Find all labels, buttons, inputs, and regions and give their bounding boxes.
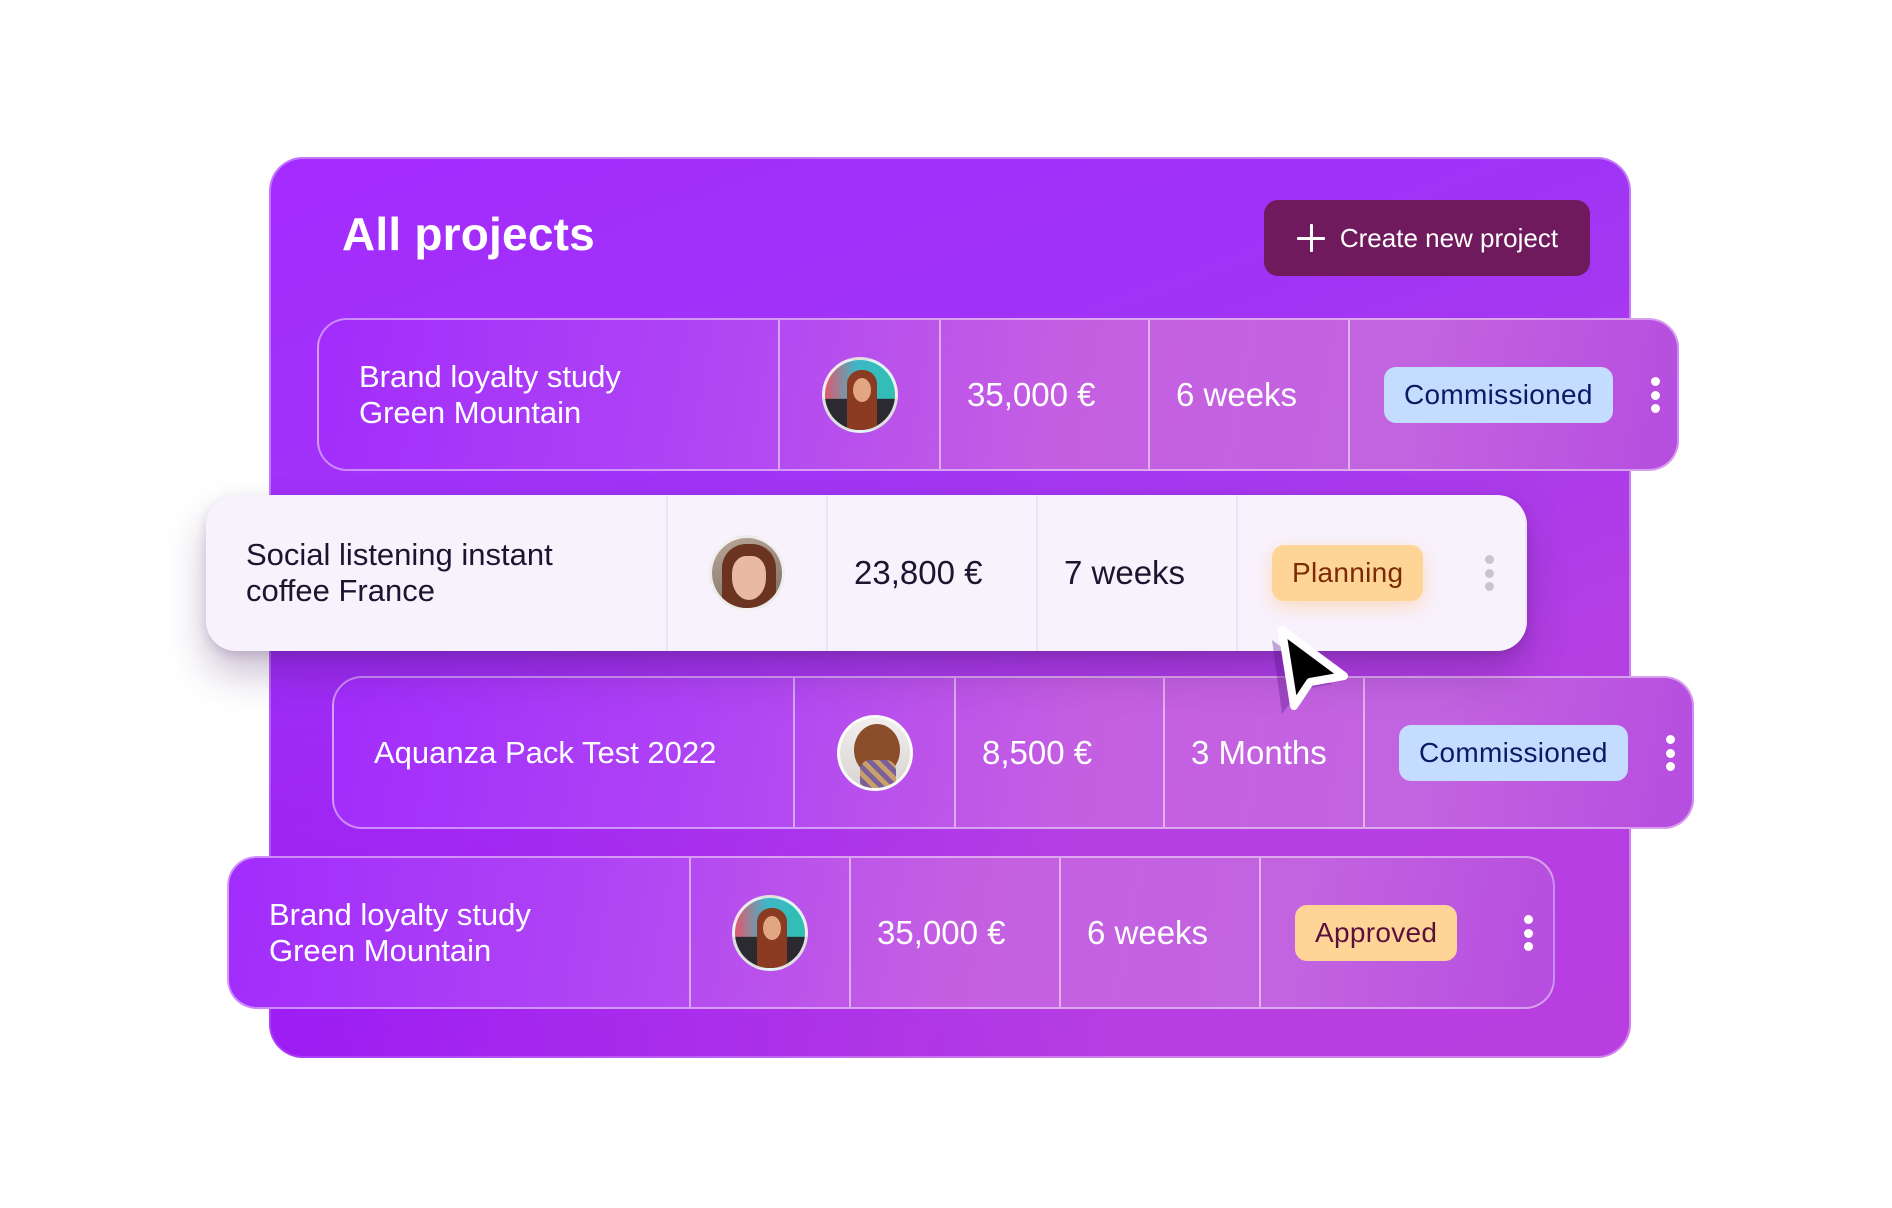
project-name-cell: Social listening instant coffee France	[206, 495, 668, 651]
budget-cell: 8,500 €	[956, 678, 1165, 827]
status-badge[interactable]: Planning	[1272, 545, 1424, 601]
duration-value: 3 Months	[1191, 733, 1327, 771]
duration-cell: 6 weeks	[1150, 320, 1350, 469]
project-name-cell: Brand loyalty study Green Mountain	[229, 858, 691, 1007]
duration-cell: 6 weeks	[1061, 858, 1261, 1007]
kebab-menu-icon[interactable]	[1650, 377, 1660, 413]
project-row[interactable]: Brand loyalty study Green Mountain 35,00…	[227, 856, 1555, 1009]
duration-value: 6 weeks	[1176, 375, 1298, 413]
budget-cell: 23,800 €	[828, 495, 1038, 651]
project-name-line1: Aquanza Pack Test 2022	[374, 734, 717, 770]
plus-icon	[1296, 223, 1326, 253]
status-cell: Approved	[1261, 858, 1553, 1007]
owner-cell	[780, 320, 941, 469]
duration-cell: 7 weeks	[1038, 495, 1238, 651]
project-row[interactable]: Brand loyalty study Green Mountain 35,00…	[317, 318, 1679, 471]
owner-cell	[668, 495, 828, 651]
project-name-line2: Green Mountain	[359, 394, 582, 430]
budget-value: 8,500 €	[982, 733, 1093, 771]
owner-avatar[interactable]	[732, 894, 808, 971]
status-badge: Commissioned	[1384, 366, 1613, 423]
page-title: All projects	[342, 208, 595, 260]
kebab-menu-icon[interactable]	[1523, 915, 1533, 951]
budget-cell: 35,000 €	[941, 320, 1150, 469]
owner-avatar[interactable]	[836, 714, 913, 791]
budget-value: 23,800 €	[854, 554, 983, 591]
budget-value: 35,000 €	[877, 913, 1006, 951]
project-name-line1: Brand loyalty study	[359, 358, 621, 394]
owner-cell	[691, 858, 851, 1007]
status-cell: Commissioned	[1365, 678, 1692, 827]
kebab-menu-icon[interactable]	[1665, 735, 1675, 771]
budget-cell: 35,000 €	[851, 858, 1061, 1007]
owner-avatar[interactable]	[709, 535, 785, 611]
project-name-line1: Brand loyalty study	[269, 896, 531, 932]
project-name-cell: Brand loyalty study Green Mountain	[319, 320, 780, 469]
mouse-pointer-icon	[1272, 626, 1348, 714]
create-new-project-button[interactable]: Create new project	[1264, 200, 1590, 276]
project-name-line1: Social listening instant	[246, 537, 553, 572]
project-name-line2: coffee France	[246, 573, 435, 608]
budget-value: 35,000 €	[967, 375, 1096, 413]
duration-value: 6 weeks	[1087, 913, 1209, 951]
duration-value: 7 weeks	[1064, 554, 1186, 591]
project-name-cell: Aquanza Pack Test 2022	[334, 678, 795, 827]
owner-cell	[795, 678, 956, 827]
project-row[interactable]: Aquanza Pack Test 2022 8,500 € 3 Months …	[332, 676, 1694, 829]
owner-avatar[interactable]	[821, 356, 898, 433]
project-name-line2: Green Mountain	[269, 932, 492, 968]
status-badge: Approved	[1295, 904, 1458, 961]
create-new-project-label: Create new project	[1339, 222, 1559, 253]
kebab-menu-icon[interactable]	[1484, 555, 1494, 591]
status-badge: Commissioned	[1399, 724, 1628, 781]
status-cell: Commissioned	[1350, 320, 1677, 469]
